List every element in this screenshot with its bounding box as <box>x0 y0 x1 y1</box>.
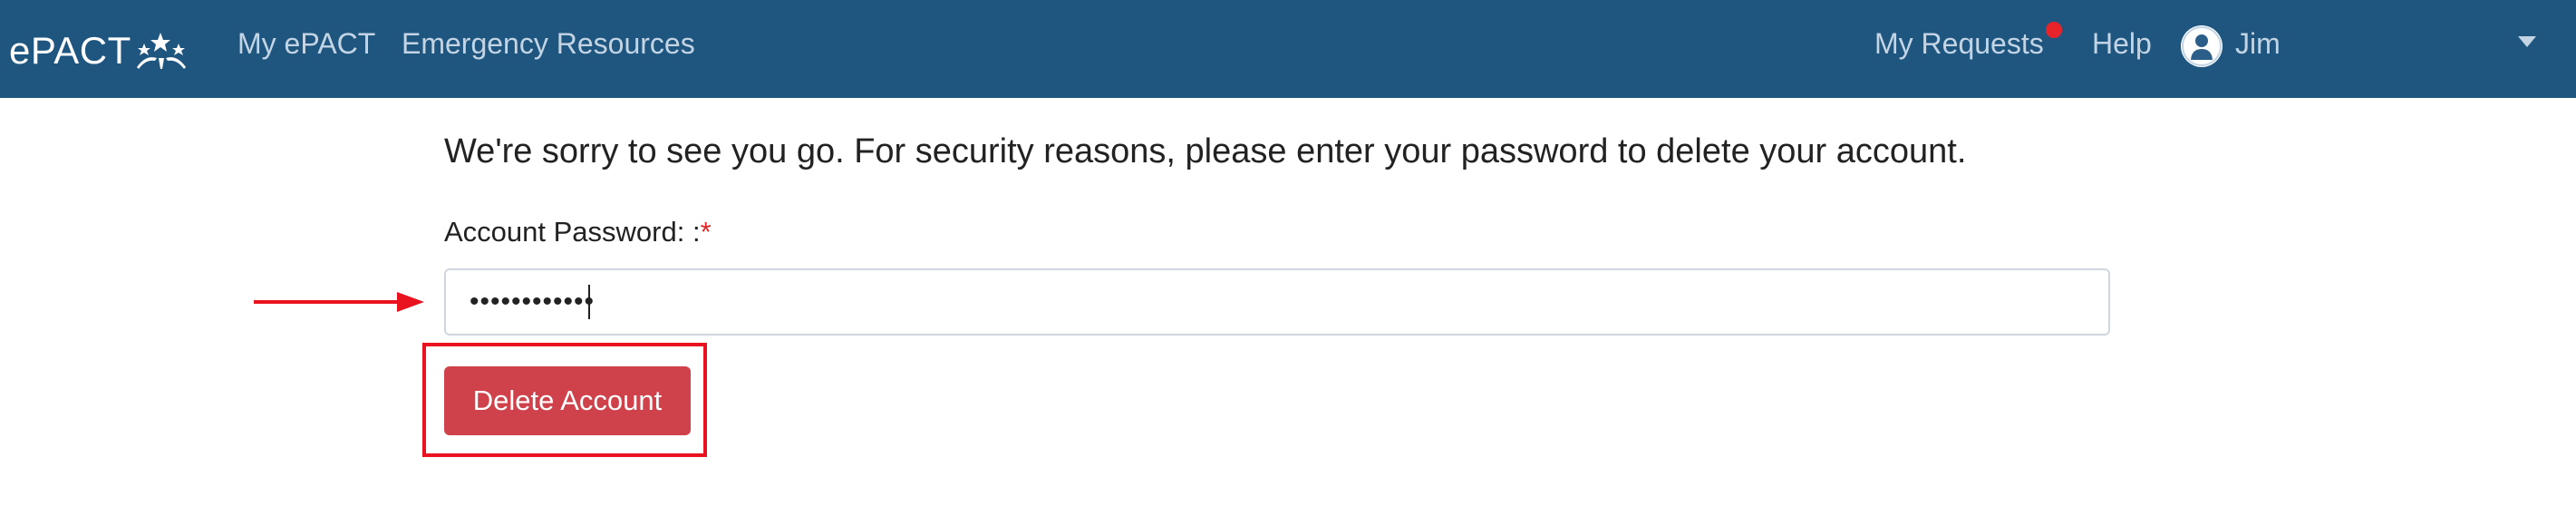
chevron-down-icon[interactable] <box>2518 36 2536 47</box>
password-label-text: Account Password: : <box>444 216 701 248</box>
top-navbar: ePACT My ePACT Emergency Resources My Re… <box>0 0 2576 98</box>
password-field-label: Account Password: :* <box>444 216 712 248</box>
delete-account-button[interactable]: Delete Account <box>444 366 691 435</box>
stars-logo-icon <box>136 33 186 69</box>
red-arrow-annotation-icon <box>254 292 424 312</box>
delete-account-message: We're sorry to see you go. For security … <box>444 132 1967 170</box>
nav-my-epact[interactable]: My ePACT <box>237 27 375 61</box>
brand-logo[interactable]: ePACT <box>9 25 189 76</box>
required-asterisk: * <box>700 216 712 248</box>
nav-emergency-resources[interactable]: Emergency Resources <box>402 27 695 61</box>
person-icon <box>2182 26 2222 66</box>
brand-name: ePACT <box>9 29 131 72</box>
user-avatar-icon[interactable] <box>2181 25 2223 67</box>
account-password-input[interactable] <box>444 268 2110 336</box>
nav-my-requests[interactable]: My Requests <box>1874 27 2044 61</box>
user-menu-name[interactable]: Jim <box>2235 27 2281 61</box>
text-cursor <box>588 285 590 319</box>
notification-dot-icon <box>2046 22 2062 38</box>
nav-help[interactable]: Help <box>2092 27 2152 61</box>
